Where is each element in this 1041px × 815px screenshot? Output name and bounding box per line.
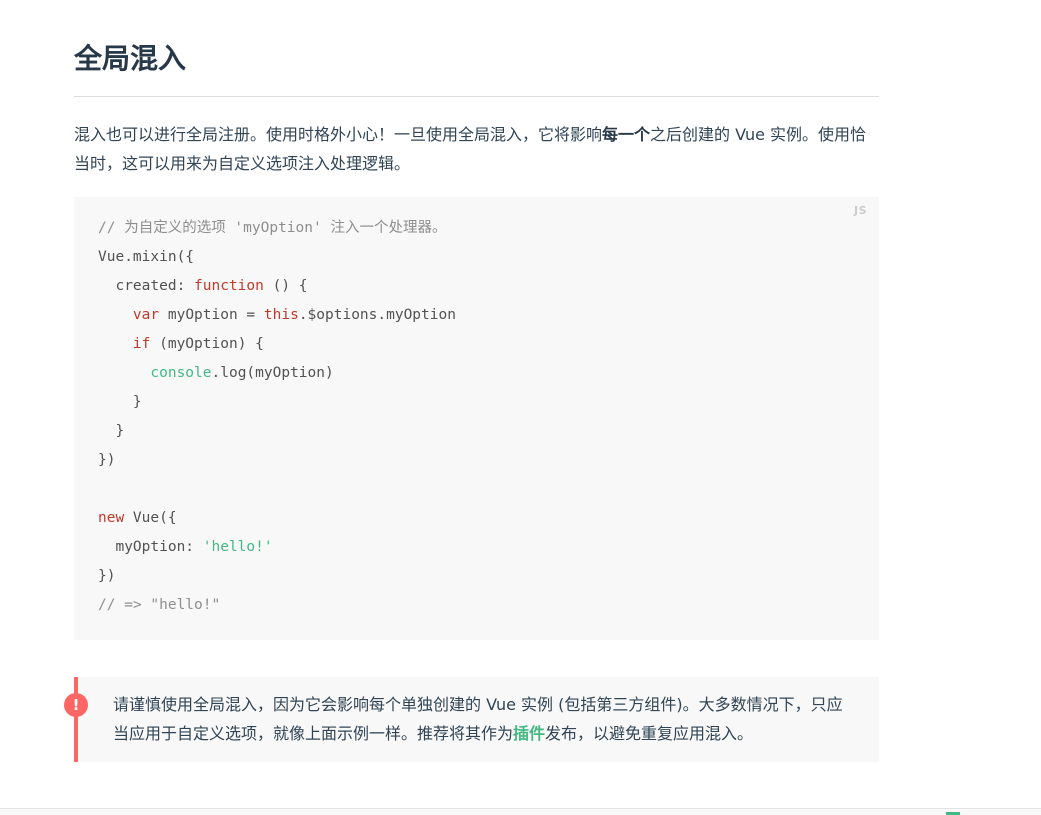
code-token-plain: Vue.mixin({ bbox=[98, 249, 195, 265]
code-token-plain: } bbox=[98, 394, 142, 410]
code-token-keyword: if bbox=[132, 336, 151, 352]
docs-page: 全局混入 混入也可以进行全局注册。使用时格外小心！一旦使用全局混入，它将影响每一… bbox=[0, 0, 1041, 815]
code-line: } bbox=[98, 417, 855, 446]
code-token-keyword: this bbox=[263, 307, 299, 323]
code-line: }) bbox=[98, 446, 855, 475]
intro-text-before: 混入也可以进行全局注册。使用时格外小心！一旦使用全局混入，它将影响 bbox=[74, 125, 603, 144]
code-line: }) bbox=[98, 562, 855, 591]
intro-emphasis: 每一个 bbox=[602, 125, 651, 144]
code-token-plain: () { bbox=[263, 278, 308, 294]
code-token-plain: myOption: bbox=[98, 539, 203, 555]
code-lines: // 为自定义的选项 'myOption' 注入一个处理器。 Vue.mixin(… bbox=[98, 214, 855, 620]
code-token-plain: myOption = bbox=[159, 307, 264, 323]
code-token-plain: created: bbox=[98, 278, 195, 294]
code-token-plain: .log(myOption) bbox=[211, 365, 334, 381]
code-lang-label: JS bbox=[853, 204, 867, 217]
code-line: } bbox=[98, 388, 855, 417]
code-token-plain: Vue({ bbox=[124, 510, 177, 526]
code-token-keyword: function bbox=[194, 278, 264, 294]
code-token-plain: (myOption) { bbox=[150, 336, 264, 352]
code-token-string: 'hello!' bbox=[202, 539, 273, 555]
code-line: // 为自定义的选项 'myOption' 注入一个处理器。 bbox=[98, 214, 855, 243]
code-token-keyword: var bbox=[132, 307, 160, 323]
code-line: new Vue({ bbox=[98, 504, 855, 533]
code-line: if (myOption) { bbox=[98, 330, 855, 359]
section-title: 全局混入 bbox=[74, 40, 879, 97]
code-token-builtin: console bbox=[150, 365, 212, 381]
tip-text-after: 发布，以避免重复应用混入。 bbox=[545, 724, 754, 743]
code-token-plain: .$options.myOption bbox=[298, 307, 456, 323]
code-token-keyword: new bbox=[98, 510, 125, 526]
main-content: 全局混入 混入也可以进行全局注册。使用时格外小心！一旦使用全局混入，它将影响每一… bbox=[64, 40, 879, 762]
plugin-link[interactable]: 插件 bbox=[513, 724, 545, 743]
code-line: console.log(myOption) bbox=[98, 359, 855, 388]
code-line: created: function () { bbox=[98, 272, 855, 301]
code-line: var myOption = this.$options.myOption bbox=[98, 301, 855, 330]
code-block: JS // 为自定义的选项 'myOption' 注入一个处理器。 Vue.mix… bbox=[74, 197, 879, 640]
warning-icon: ! bbox=[64, 693, 88, 717]
code-token-plain: }) bbox=[98, 452, 116, 468]
code-token-comment: // => "hello!" bbox=[98, 597, 221, 613]
code-line: // => "hello!" bbox=[98, 591, 855, 620]
intro-paragraph: 混入也可以进行全局注册。使用时格外小心！一旦使用全局混入，它将影响每一个之后创建… bbox=[74, 120, 879, 178]
code-line: myOption: 'hello!' bbox=[98, 533, 855, 562]
code-line: Vue.mixin({ bbox=[98, 243, 855, 272]
code-token-comment: // 为自定义的选项 'myOption' 注入一个处理器。 bbox=[98, 220, 447, 236]
code-token-plain: } bbox=[98, 423, 125, 439]
warning-tip: ! 请谨慎使用全局混入，因为它会影响每个单独创建的 Vue 实例 (包括第三方组… bbox=[64, 677, 879, 762]
code-token-plain: }) bbox=[98, 568, 116, 584]
bottom-divider bbox=[0, 808, 1041, 815]
